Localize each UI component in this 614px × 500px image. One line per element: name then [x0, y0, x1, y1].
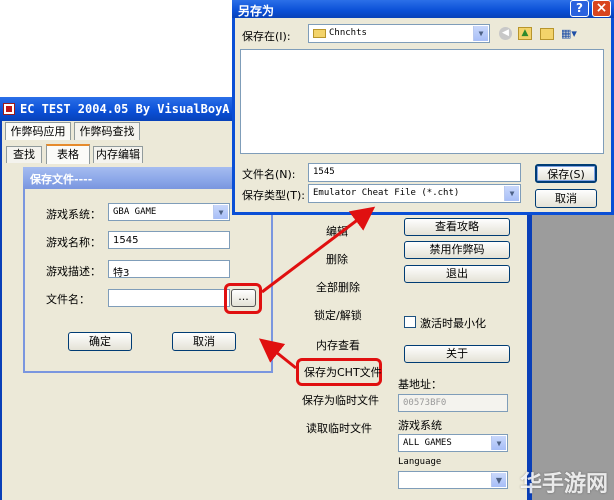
- watermark: 华手游网: [520, 472, 609, 497]
- arrow-to-browse: [258, 338, 297, 370]
- annotation-arrows: [258, 206, 376, 370]
- arrow-to-savefile-type: [261, 206, 376, 294]
